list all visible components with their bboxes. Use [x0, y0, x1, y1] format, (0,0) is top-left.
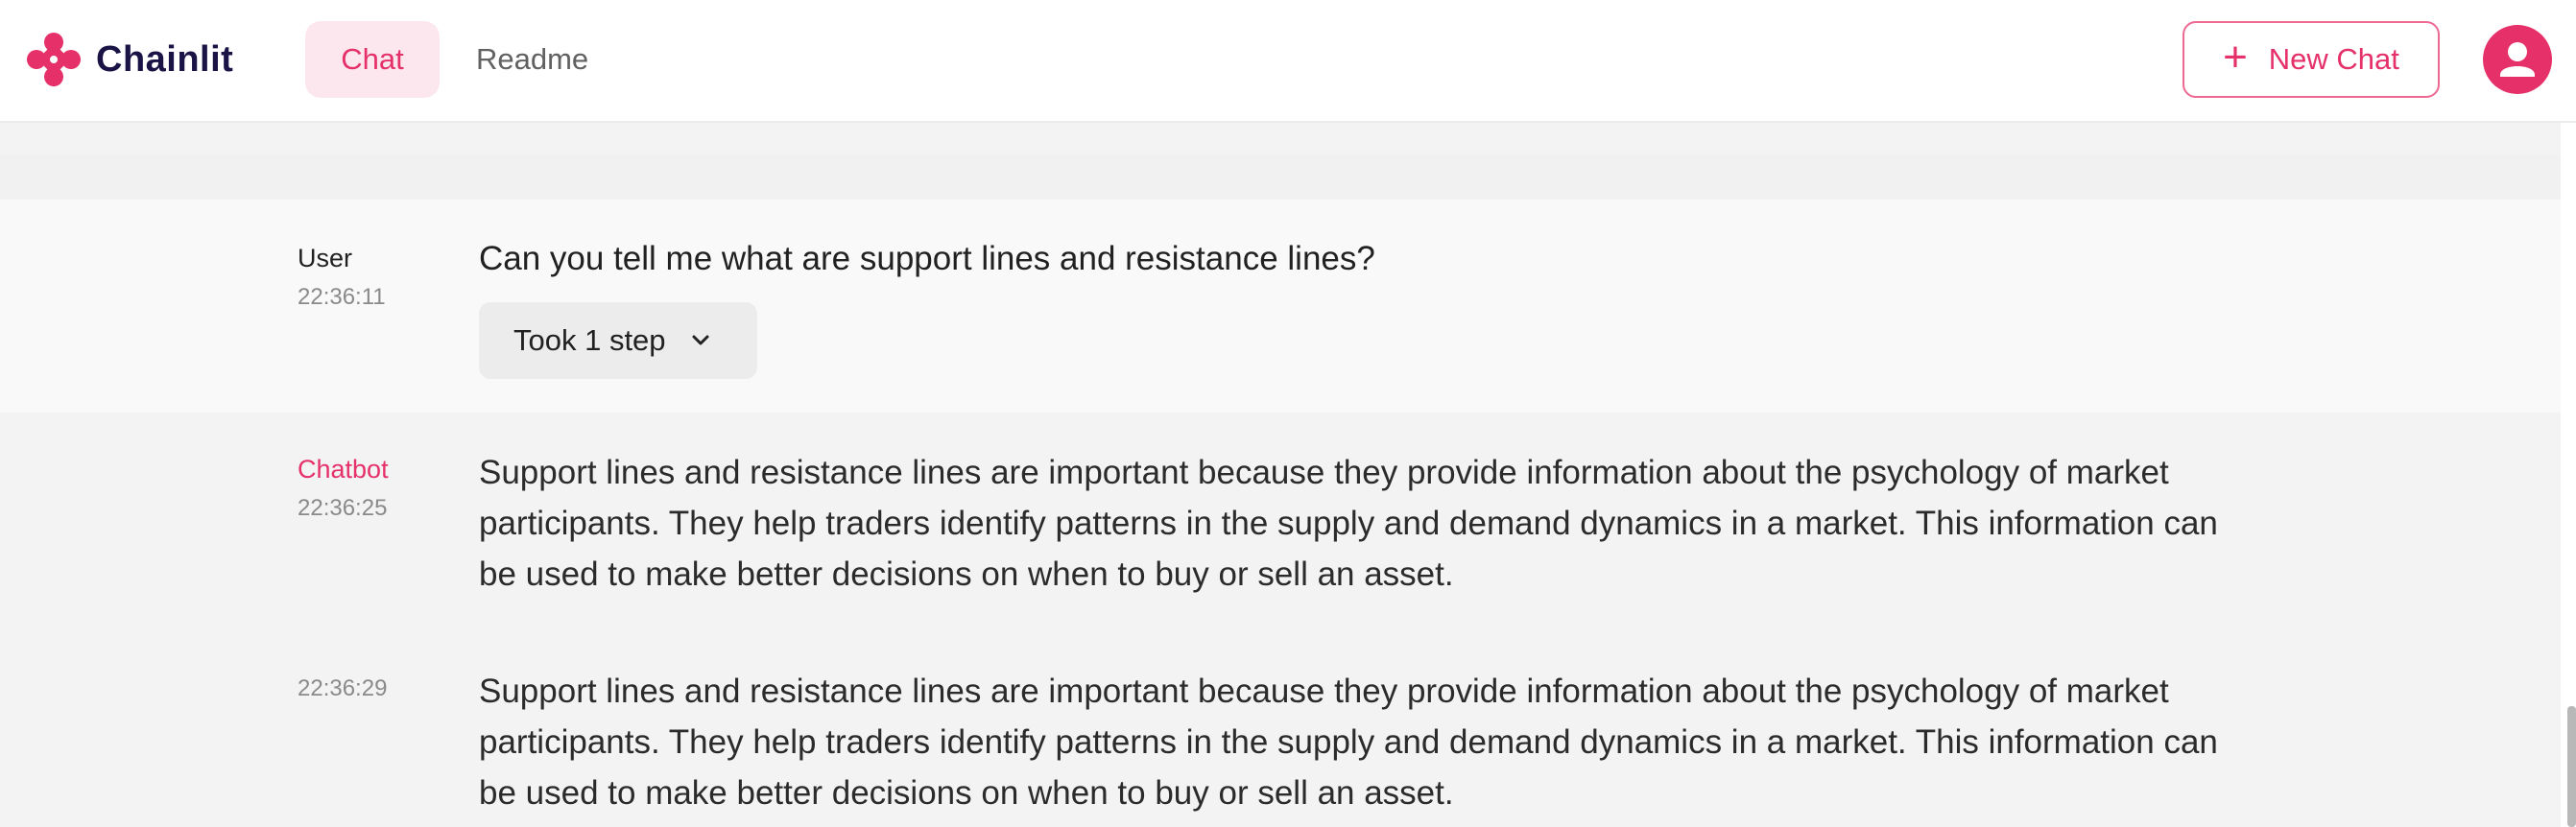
tab-chat[interactable]: Chat	[305, 21, 440, 98]
message-timestamp: 22:36:11	[298, 284, 386, 310]
message-row-user: User 22:36:11 Can you tell me what are s…	[0, 200, 2561, 413]
message-author: Chatbot	[298, 455, 389, 484]
steps-toggle-button[interactable]: Took 1 step	[479, 302, 757, 379]
message-timestamp: 22:36:25	[298, 495, 388, 521]
message-text: Support lines and resistance lines are i…	[479, 673, 2218, 812]
user-avatar-icon	[2500, 42, 2535, 77]
message-text: Can you tell me what are support lines a…	[479, 240, 1375, 277]
steps-label: Took 1 step	[513, 323, 666, 357]
chainlit-logo-icon	[27, 33, 81, 86]
chevron-down-icon	[692, 335, 709, 345]
plus-icon: +	[2223, 34, 2248, 81]
new-chat-label: New Chat	[2268, 42, 2399, 76]
chat-scrollbar-thumb[interactable]	[2567, 706, 2576, 827]
message-timestamp: 22:36:29	[298, 675, 388, 701]
previous-message-partial	[0, 155, 2561, 200]
top-header: Chainlit Chat Readme + New Chat	[0, 0, 2576, 123]
message-text: Support lines and resistance lines are i…	[479, 454, 2218, 593]
new-chat-button[interactable]: + New Chat	[2182, 21, 2440, 98]
tab-readme[interactable]: Readme	[441, 21, 623, 98]
message-author: User	[298, 244, 353, 272]
app-name: Chainlit	[96, 38, 234, 80]
user-avatar-button[interactable]	[2483, 25, 2552, 94]
chainlit-logo[interactable]: Chainlit	[25, 29, 233, 90]
message-row-chatbot: Chatbot 22:36:25 Support lines and resis…	[0, 413, 2561, 827]
